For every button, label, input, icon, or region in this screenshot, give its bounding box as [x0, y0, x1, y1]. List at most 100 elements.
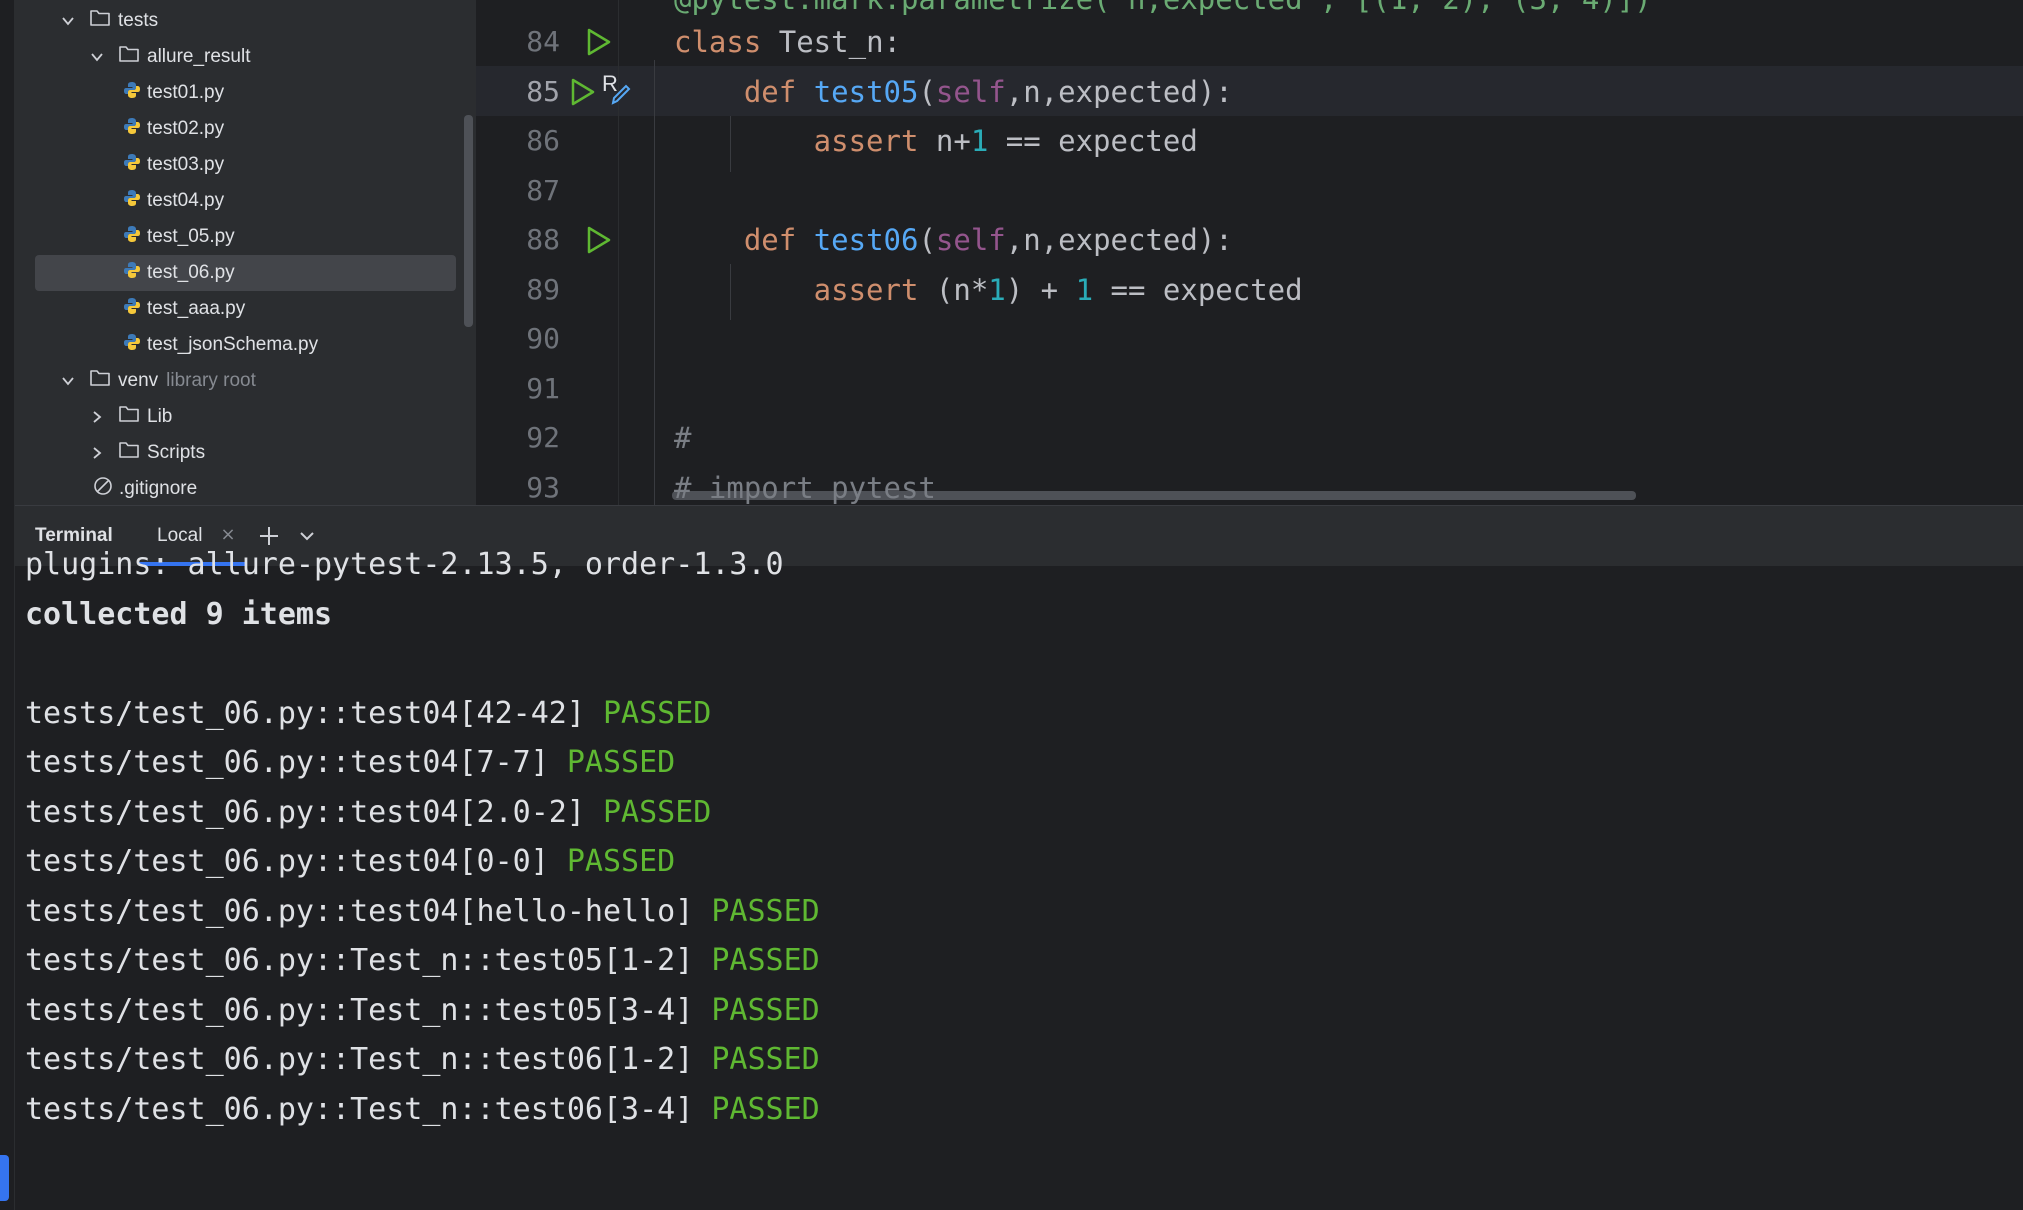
tree-item-label: test03.py	[147, 154, 225, 175]
test-status-passed: PASSED	[711, 943, 820, 978]
terminal-line-text: tests/test_06.py::test04[0-0]	[25, 844, 567, 879]
code-editor[interactable]: @pytest.mark.parametrize("n,expected", […	[476, 0, 2023, 505]
folder-icon	[118, 404, 140, 430]
tree-item-tests[interactable]: tests	[35, 3, 456, 39]
code-token: 1	[970, 124, 989, 158]
code-token: ,n,expected):	[1005, 223, 1233, 257]
tree-item-label: test_06.py	[147, 262, 235, 283]
test-status-passed: PASSED	[602, 695, 712, 731]
chevron-down-icon[interactable]	[61, 14, 75, 28]
python-file-icon	[123, 225, 141, 249]
terminal-line-text: tests/test_06.py::test04[7-7]	[25, 745, 567, 780]
tree-item-test-jsonschema-py[interactable]: test_jsonSchema.py	[35, 327, 456, 363]
code-token: == expected	[988, 124, 1198, 158]
folder-icon	[118, 44, 140, 70]
code-line: def test06(self,n,expected):	[674, 215, 1233, 265]
active-tool-indicator[interactable]	[0, 1155, 9, 1201]
code-token: (	[918, 223, 936, 257]
tree-item-label: test_jsonSchema.py	[147, 334, 319, 355]
left-tool-strip	[0, 0, 15, 1210]
python-file-icon	[123, 333, 141, 357]
terminal-line-text: tests/test_06.py::Test_n::test05[1-2]	[25, 943, 712, 978]
tree-scrollbar[interactable]	[464, 115, 473, 327]
run-test-icon[interactable]	[570, 77, 596, 107]
tree-item-venv[interactable]: venv library root	[35, 363, 456, 399]
code-token: # import pytest	[674, 470, 936, 505]
tree-item-label: Scripts	[147, 442, 206, 463]
chevron-down-icon[interactable]	[61, 374, 75, 388]
code-token: (n*	[935, 272, 989, 307]
folder-icon	[89, 368, 111, 394]
terminal-line-text: plugins: allure-pytest-2.13.5, order-1.3…	[25, 547, 784, 582]
tree-item-label: test01.py	[147, 82, 225, 103]
test-status-passed: PASSED	[602, 794, 712, 830]
terminal-line-text: tests/test_06.py::test04[hello-hello]	[25, 893, 712, 929]
folder-icon	[89, 8, 111, 34]
tree-item-label: Lib	[147, 406, 173, 427]
line-number: 84	[526, 25, 560, 58]
line-number: 85	[526, 74, 560, 108]
python-file-icon	[123, 189, 141, 213]
indent-guide	[654, 60, 655, 505]
python-file-icon	[123, 153, 141, 177]
tree-item-test-05-py[interactable]: test_05.py	[35, 219, 456, 255]
terminal-line-text: tests/test_06.py::test04[2.0-2]	[25, 794, 603, 830]
line-number: 88	[526, 223, 560, 256]
code-token: ,n,expected):	[1005, 74, 1233, 109]
terminal-line: tests/test_06.py::Test_n::test05[1-2] PA…	[25, 936, 820, 986]
tree-item-test-aaa-py[interactable]: test_aaa.py	[35, 291, 456, 327]
tree-item-allure-result[interactable]: allure_result	[35, 39, 456, 75]
line-number: 90	[526, 322, 560, 355]
tree-item-scripts[interactable]: Scripts	[35, 435, 456, 471]
run-test-icon[interactable]	[586, 225, 612, 255]
tree-item-gitignore[interactable]: .gitignore	[35, 471, 456, 505]
code-token: ) +	[1005, 272, 1076, 307]
chevron-right-icon[interactable]	[90, 410, 104, 424]
chevron-right-icon[interactable]	[90, 446, 104, 460]
python-file-icon	[123, 81, 141, 105]
tree-item-label: tests	[118, 10, 159, 31]
terminal-line-text: tests/test_06.py::test04[42-42]	[25, 695, 603, 731]
tree-item-label: .gitignore	[119, 478, 198, 499]
svg-text:R: R	[602, 73, 618, 96]
tree-item-test02-py[interactable]: test02.py	[35, 111, 456, 147]
code-token: assert	[674, 124, 936, 158]
terminal-line-text: tests/test_06.py::Test_n::test06[1-2]	[25, 1042, 712, 1077]
test-status-passed: PASSED	[566, 844, 676, 879]
tree-item-test-06-py[interactable]: test_06.py	[35, 255, 456, 291]
test-status-passed: PASSED	[711, 1091, 820, 1127]
test-status-passed: PASSED	[566, 745, 676, 780]
code-line: assert (n*1) + 1 == expected	[674, 265, 1303, 315]
terminal-line: collected 9 items	[25, 590, 332, 640]
chevron-down-icon[interactable]	[90, 50, 104, 64]
terminal-line: plugins: allure-pytest-2.13.5, order-1.3…	[25, 540, 784, 590]
terminal-line-text: tests/test_06.py::Test_n::test05[3-4]	[25, 992, 712, 1028]
edit-rename-icon[interactable]: R	[600, 71, 632, 111]
terminal-line: tests/test_06.py::Test_n::test06[3-4] PA…	[25, 1085, 820, 1135]
terminal-output[interactable]: plugins: allure-pytest-2.13.5, order-1.3…	[15, 547, 2023, 1210]
code-line: #	[674, 413, 691, 463]
code-token: 1	[988, 272, 1006, 307]
terminal-line-text: tests/test_06.py::Test_n::test06[3-4]	[25, 1091, 712, 1127]
code-token: self	[935, 74, 1006, 109]
code-token: == expected	[1093, 272, 1303, 307]
line-number: 89	[526, 272, 560, 306]
terminal-line: tests/test_06.py::test04[hello-hello] PA…	[25, 887, 820, 937]
tree-item-test01-py[interactable]: test01.py	[35, 75, 456, 111]
test-status-passed: PASSED	[711, 1042, 820, 1077]
tree-item-label: test_aaa.py	[147, 298, 246, 319]
code-token: 1	[1075, 272, 1094, 307]
code-line: class Test_n:	[674, 17, 901, 67]
code-line: # import pytest	[674, 463, 936, 506]
tree-item-label: allure_result	[147, 46, 251, 67]
project-tree: tests allure_result test01.py test02.py test…	[15, 0, 476, 505]
tree-item-test04-py[interactable]: test04.py	[35, 183, 456, 219]
tree-item-test03-py[interactable]: test03.py	[35, 147, 456, 183]
tree-item-lib[interactable]: Lib	[35, 399, 456, 435]
run-test-icon[interactable]	[586, 27, 612, 57]
tree-item-hint: library root	[166, 370, 256, 391]
terminal-line: tests/test_06.py::test04[0-0] PASSED	[25, 837, 675, 887]
code-token: n+	[935, 124, 971, 158]
terminal-line: tests/test_06.py::Test_n::test05[3-4] PA…	[25, 986, 820, 1036]
code-token: #	[674, 421, 692, 455]
